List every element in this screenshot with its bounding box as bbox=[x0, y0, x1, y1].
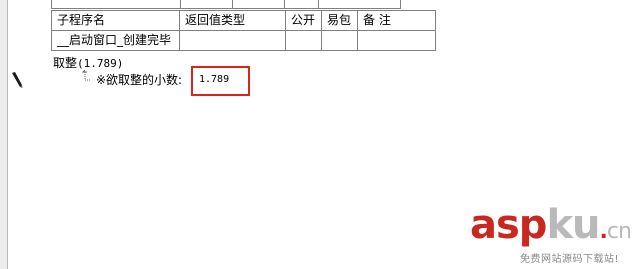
param-value-highlight: 1.789 bbox=[191, 66, 250, 96]
watermark-wordmark: aspku.cn bbox=[470, 201, 632, 256]
header-public: 公开 bbox=[285, 10, 322, 31]
tree-branch-icon bbox=[82, 69, 91, 81]
watermark-ku: ku bbox=[546, 202, 600, 248]
cell-remark[interactable] bbox=[357, 30, 436, 51]
watermark-cn: cn bbox=[606, 219, 632, 244]
table-row[interactable]: __启动窗口_创建完毕 bbox=[51, 30, 436, 51]
watermark-dot: . bbox=[599, 219, 608, 244]
table-header-row: 子程序名 返回值类型 公开 易包 备 注 bbox=[51, 10, 436, 31]
previous-table-edge bbox=[51, 0, 401, 9]
subroutine-table: 子程序名 返回值类型 公开 易包 备 注 __启动窗口_创建完毕 bbox=[51, 10, 436, 51]
pencil-icon bbox=[12, 72, 23, 88]
watermark-subtitle: 免费网站源码下载站! bbox=[520, 254, 620, 265]
header-remark: 备 注 bbox=[357, 10, 436, 31]
header-subroutine-name: 子程序名 bbox=[51, 10, 180, 31]
cell-subroutine-name[interactable]: __启动窗口_创建完毕 bbox=[51, 30, 180, 51]
param-value[interactable]: 1.789 bbox=[199, 73, 229, 87]
param-label: ※欲取整的小数: bbox=[96, 73, 183, 87]
watermark-logo: aspku.cn 免费网站源码下载站! bbox=[470, 202, 638, 265]
watermark-asp: asp bbox=[470, 202, 547, 248]
header-easy-package: 易包 bbox=[321, 10, 358, 31]
editor-gutter bbox=[0, 0, 8, 269]
cell-return-type[interactable] bbox=[179, 30, 286, 51]
header-return-type: 返回值类型 bbox=[179, 10, 286, 31]
function-name[interactable]: 取整 bbox=[53, 56, 77, 70]
cell-public[interactable] bbox=[285, 30, 322, 51]
cell-easy-package[interactable] bbox=[321, 30, 358, 51]
